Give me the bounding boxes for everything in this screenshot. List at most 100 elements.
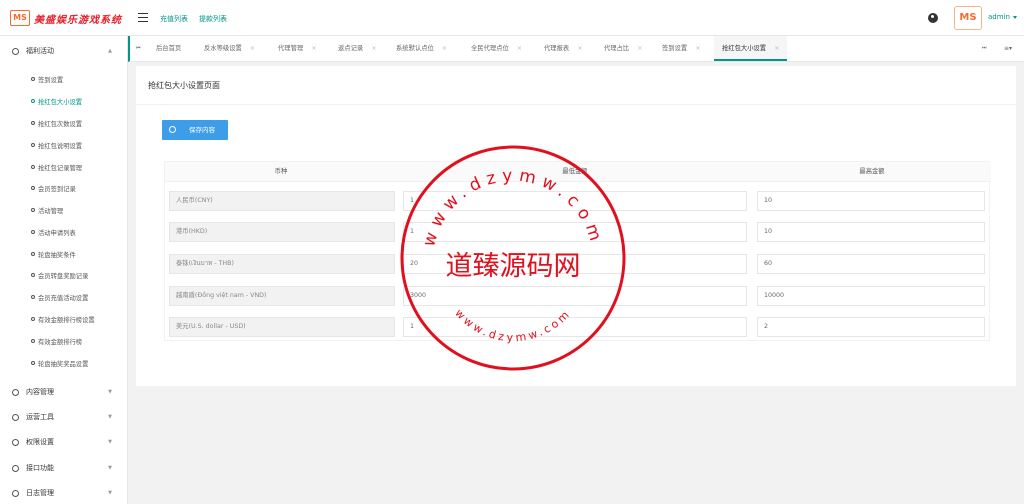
tab-label: 签到设置 bbox=[662, 45, 688, 52]
min-amount-input[interactable]: 3000 bbox=[403, 286, 747, 306]
divider bbox=[136, 104, 1016, 105]
bubble-icon bbox=[12, 464, 19, 472]
bubble-icon bbox=[31, 317, 35, 321]
tab-label: 代理管理 bbox=[278, 45, 304, 52]
bubble-icon bbox=[31, 186, 35, 190]
bubble-icon bbox=[31, 77, 35, 81]
min-amount-input[interactable]: 1 bbox=[403, 191, 747, 211]
sidebar-group-logs[interactable]: 日志管理 ▼ bbox=[0, 481, 128, 504]
tab-home[interactable]: 后台首页 bbox=[156, 36, 181, 61]
sidebar-item-label: 会员签到记录 bbox=[38, 185, 76, 193]
sidebar-item-wheel-rewards[interactable]: 会员转盘奖励记录 bbox=[0, 265, 128, 285]
sidebar-item-label: 抢红包次数设置 bbox=[38, 120, 83, 128]
tab-default-points[interactable]: 系统默认点位 × bbox=[396, 36, 447, 61]
sidebar-item-redpacket-desc[interactable]: 抢红包说明设置 bbox=[0, 135, 128, 155]
min-amount-input[interactable]: 20 bbox=[403, 254, 747, 274]
sidebar-group-label: 日志管理 bbox=[26, 489, 54, 497]
currency-cell: 港币(HKD) bbox=[169, 222, 395, 242]
bubble-icon bbox=[31, 252, 35, 256]
tab-universal-points[interactable]: 全民代理点位 × bbox=[471, 36, 522, 61]
palette-icon[interactable] bbox=[928, 13, 938, 23]
bubble-icon bbox=[31, 295, 35, 299]
logo-text: 美盛娱乐游戏系统 bbox=[34, 14, 122, 26]
sidebar-group-interface[interactable]: 接口功能 ▼ bbox=[0, 456, 128, 480]
tab-menu-icon[interactable]: ≡▾ bbox=[1004, 45, 1012, 52]
page-title: 抢红包大小设置页面 bbox=[148, 81, 220, 90]
tab-label: 代理报表 bbox=[544, 45, 570, 52]
sidebar-item-label: 会员充值活动设置 bbox=[38, 294, 89, 302]
sidebar-item-redpacket-records[interactable]: 抢红包记录管理 bbox=[0, 157, 128, 177]
max-amount-input[interactable]: 60 bbox=[757, 254, 985, 274]
sidebar-item-label: 会员转盘奖励记录 bbox=[38, 272, 89, 280]
tab-agent-manage[interactable]: 代理管理 × bbox=[278, 36, 316, 61]
logo-badge: MS bbox=[10, 10, 30, 26]
tab-rebate-level[interactable]: 反水等级设置 × bbox=[204, 36, 255, 61]
min-amount-input[interactable]: 1 bbox=[403, 317, 747, 337]
min-amount-input[interactable]: 1 bbox=[403, 222, 747, 242]
sidebar-item-activity-manage[interactable]: 活动管理 bbox=[0, 200, 128, 220]
sidebar-item-label: 抢红包记录管理 bbox=[38, 164, 83, 172]
header-currency: 币种 bbox=[165, 162, 397, 182]
sidebar-item-member-signin[interactable]: 会员签到记录 bbox=[0, 178, 128, 198]
sidebar-group-operations[interactable]: 运营工具 ▼ bbox=[0, 405, 128, 429]
currency-cell: 美元(U.S. dollar - USD) bbox=[169, 317, 395, 337]
sidebar-item-wheel-prizes[interactable]: 轮盘抽奖奖品设置 bbox=[0, 353, 128, 373]
caret-down-icon bbox=[1012, 15, 1017, 19]
avatar[interactable]: MS bbox=[954, 6, 982, 30]
recharge-list-link[interactable]: 充值列表 bbox=[160, 14, 188, 24]
sidebar-item-ranking[interactable]: 有效金额排行榜 bbox=[0, 331, 128, 351]
close-icon[interactable]: × bbox=[250, 45, 255, 52]
sidebar-item-activity-apply[interactable]: 活动申请列表 bbox=[0, 222, 128, 242]
user-menu[interactable]: admin bbox=[988, 13, 1017, 21]
tab-label: 系统默认点位 bbox=[396, 45, 434, 52]
bubble-icon bbox=[12, 438, 19, 446]
bubble-icon bbox=[31, 121, 35, 125]
sidebar-item-signin-settings[interactable]: 签到设置 bbox=[0, 69, 128, 89]
close-icon[interactable]: × bbox=[517, 45, 522, 52]
sidebar-item-ranking-settings[interactable]: 有效金额排行榜设置 bbox=[0, 309, 128, 329]
tab-rebate-records[interactable]: 返点记录 × bbox=[338, 36, 376, 61]
sidebar-item-wheel-conditions[interactable]: 轮盘抽奖条件 bbox=[0, 244, 128, 264]
user-name: admin bbox=[988, 13, 1010, 21]
max-amount-input[interactable]: 10000 bbox=[757, 286, 985, 306]
bubble-icon bbox=[31, 99, 35, 103]
chevron-down-icon: ▼ bbox=[108, 439, 112, 445]
tab-signin-settings[interactable]: 签到设置 × bbox=[662, 36, 700, 61]
sidebar-item-label: 有效金额排行榜设置 bbox=[38, 316, 95, 324]
tab-redpacket-size[interactable]: 抢红包大小设置 × bbox=[714, 36, 788, 61]
top-links: 充值列表 提款列表 bbox=[160, 14, 227, 24]
close-icon[interactable]: × bbox=[695, 45, 700, 52]
sidebar-item-redpacket-count[interactable]: 抢红包次数设置 bbox=[0, 113, 128, 133]
tab-label: 返点记录 bbox=[338, 45, 364, 52]
withdraw-list-link[interactable]: 提款列表 bbox=[199, 14, 227, 24]
close-icon[interactable]: × bbox=[311, 45, 316, 52]
close-icon[interactable]: × bbox=[774, 45, 779, 52]
tab-scroll-right-icon[interactable]: ⏭ bbox=[982, 45, 987, 51]
max-amount-input[interactable]: 10 bbox=[757, 222, 985, 242]
tab-scroll-left-icon[interactable]: ⏮ bbox=[136, 45, 141, 51]
tab-label: 抢红包大小设置 bbox=[722, 45, 767, 52]
currency-cell: 泰铢(เงินบาท - THB) bbox=[169, 254, 395, 274]
chevron-down-icon: ▼ bbox=[108, 414, 112, 420]
check-circle-icon bbox=[169, 126, 176, 133]
top-header: MS 美盛娱乐游戏系统 充值列表 提款列表 MS admin bbox=[0, 0, 1024, 36]
close-icon[interactable]: × bbox=[577, 45, 582, 52]
menu-toggle-icon[interactable] bbox=[138, 13, 148, 23]
tab-label: 后台首页 bbox=[156, 45, 182, 52]
sidebar-item-recharge-activity[interactable]: 会员充值活动设置 bbox=[0, 287, 128, 307]
bubble-icon bbox=[12, 47, 19, 55]
close-icon[interactable]: × bbox=[371, 45, 376, 52]
max-amount-input[interactable]: 2 bbox=[757, 317, 985, 337]
sidebar-group-content[interactable]: 内容管理 ▼ bbox=[0, 380, 128, 404]
logo[interactable]: MS 美盛娱乐游戏系统 bbox=[10, 10, 122, 26]
sidebar-group-label: 福利活动 bbox=[26, 47, 54, 55]
sidebar-item-redpacket-size[interactable]: 抢红包大小设置 bbox=[0, 91, 128, 111]
sidebar-group-permissions[interactable]: 权限设置 ▼ bbox=[0, 430, 128, 454]
tab-agent-ratio[interactable]: 代理占比 × bbox=[604, 36, 642, 61]
tab-agent-report[interactable]: 代理报表 × bbox=[544, 36, 582, 61]
max-amount-input[interactable]: 10 bbox=[757, 191, 985, 211]
close-icon[interactable]: × bbox=[442, 45, 447, 52]
sidebar-group-welfare[interactable]: 福利活动 ▲ bbox=[0, 39, 128, 63]
save-button[interactable]: 保存内容 bbox=[162, 120, 228, 140]
close-icon[interactable]: × bbox=[637, 45, 642, 52]
